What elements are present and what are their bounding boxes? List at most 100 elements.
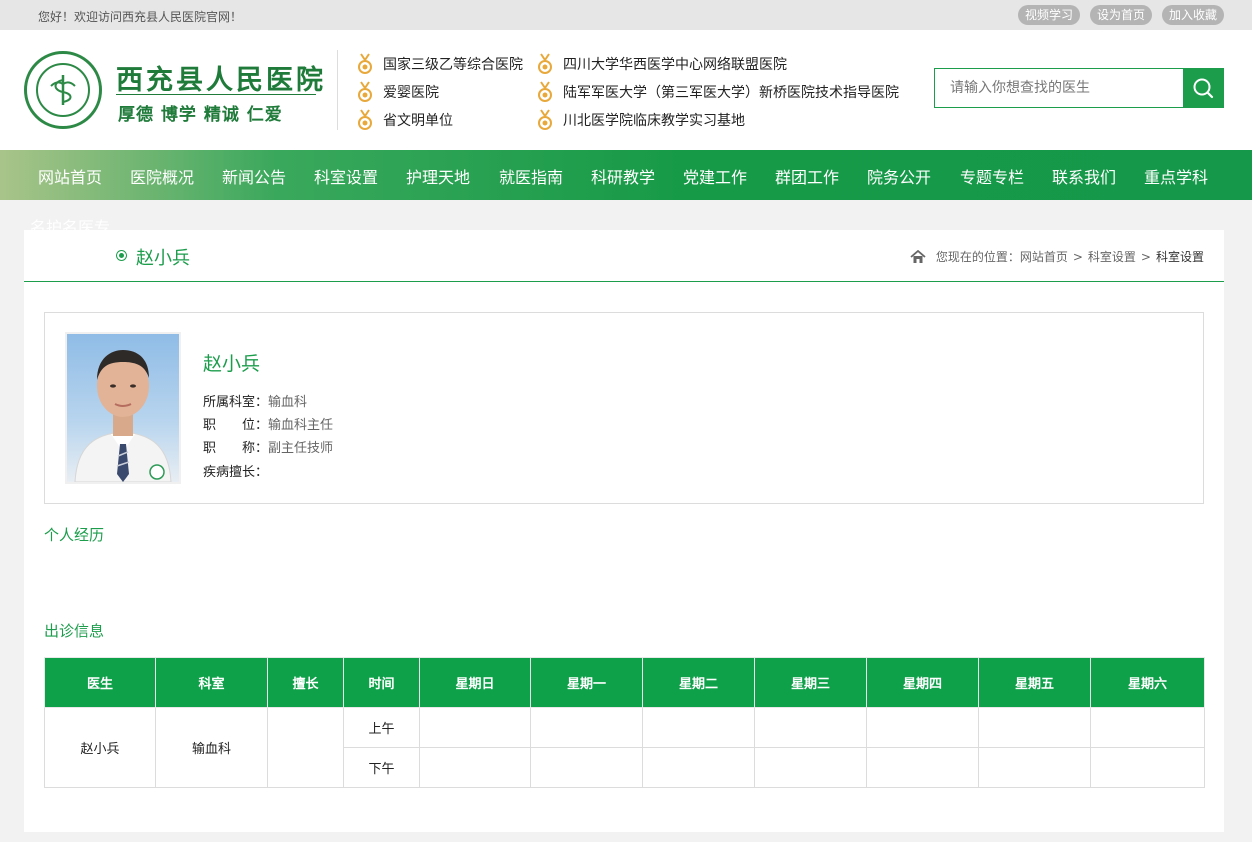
dept-value: 输血科 xyxy=(268,395,308,410)
cell-slot xyxy=(530,747,643,788)
col-header-mon: 星期一 xyxy=(530,657,643,708)
doctor-search xyxy=(934,68,1224,108)
medal-icon xyxy=(358,81,372,102)
honor-item: 川北医学院临床教学实习基地 xyxy=(537,109,745,131)
cell-doctor: 赵小兵 xyxy=(44,707,156,788)
cell-period-pm: 下午 xyxy=(343,747,420,788)
header-divider xyxy=(337,50,338,130)
col-header-time: 时间 xyxy=(343,657,420,708)
doctor-search-input[interactable] xyxy=(935,69,1183,107)
cell-slot xyxy=(754,747,867,788)
nav-item-topics[interactable]: 专题专栏 xyxy=(960,164,1024,188)
cell-slot xyxy=(419,707,531,748)
cell-slot xyxy=(419,747,531,788)
seal-inner-ring xyxy=(36,63,90,117)
breadcrumb-departments-link[interactable]: 科室设置 xyxy=(1088,248,1136,265)
cell-period-am: 上午 xyxy=(343,707,420,748)
nav-item-overview[interactable]: 医院概况 xyxy=(130,164,194,188)
doctor-portrait xyxy=(74,350,172,482)
medal-icon xyxy=(538,81,552,102)
specialty-label: 疾病擅长： xyxy=(203,465,269,480)
nav-item-key-disciplines[interactable]: 重点学科 xyxy=(1144,164,1208,188)
honor-label: 陆军军医大学（第三军医大学）新桥医院技术指导医院 xyxy=(563,85,899,101)
hospital-seal-logo[interactable] xyxy=(24,51,102,129)
honor-label: 爱婴医院 xyxy=(383,85,439,101)
doctor-name: 赵小兵 xyxy=(203,353,261,375)
cell-slot xyxy=(866,747,979,788)
col-header-specialty: 擅长 xyxy=(267,657,344,708)
nav-item-departments[interactable]: 科室设置 xyxy=(314,164,378,188)
search-icon xyxy=(1193,78,1214,99)
nav-item-guide[interactable]: 就医指南 xyxy=(499,164,563,188)
hospital-name-logo: 西充县人民医院 xyxy=(116,65,326,96)
doctor-card: 赵小兵 所属科室：输血科 职 位：输血科主任 职 称：副主任技师 疾病擅长： xyxy=(44,312,1204,504)
caduceus-icon xyxy=(50,75,76,105)
cell-slot xyxy=(642,747,755,788)
breadcrumb-separator: > xyxy=(1140,249,1151,264)
cell-slot xyxy=(978,707,1091,748)
cell-dept: 输血科 xyxy=(155,707,268,788)
nav-item-nursing[interactable]: 护理天地 xyxy=(406,164,470,188)
nav-item-groups[interactable]: 群团工作 xyxy=(775,164,839,188)
cell-slot xyxy=(530,707,643,748)
honor-item: 四川大学华西医学中心网络联盟医院 xyxy=(537,53,787,75)
dept-label: 所属科室： xyxy=(203,395,269,410)
col-header-dept: 科室 xyxy=(155,657,268,708)
cell-slot xyxy=(754,707,867,748)
hospital-motto: 厚德 博学 精诚 仁爱 xyxy=(118,105,283,125)
cell-slot xyxy=(1090,747,1205,788)
nav-item-news[interactable]: 新闻公告 xyxy=(222,164,286,188)
top-bar: 您好！欢迎访问西充县人民医院官网！ 视频学习 设为首页 加入收藏 xyxy=(0,0,1252,30)
honor-label: 四川大学华西医学中心网络联盟医院 xyxy=(563,57,787,73)
honor-item: 陆军军医大学（第三军医大学）新桥医院技术指导医院 xyxy=(537,81,899,103)
honor-label: 国家三级乙等综合医院 xyxy=(383,57,523,73)
nav-item-home[interactable]: 网站首页 xyxy=(38,164,102,188)
schedule-heading: 出诊信息 xyxy=(44,622,105,640)
top-links: 视频学习 设为首页 加入收藏 xyxy=(1017,5,1224,25)
home-icon xyxy=(910,249,926,263)
position-value: 输血科主任 xyxy=(268,418,334,433)
medal-icon xyxy=(538,53,552,74)
col-header-sun: 星期日 xyxy=(419,657,531,708)
page-title: 赵小兵 xyxy=(136,248,190,269)
nav-item-research[interactable]: 科研教学 xyxy=(591,164,655,188)
doctor-title-row: 职 称：副主任技师 xyxy=(203,437,333,456)
title-bar: 赵小兵 您现在的位置： 网站首页 > 科室设置 > 科室设置 xyxy=(24,230,1224,282)
col-header-tue: 星期二 xyxy=(642,657,755,708)
set-homepage-link[interactable]: 设为首页 xyxy=(1089,5,1152,25)
col-header-doctor: 医生 xyxy=(44,657,156,708)
title-value: 副主任技师 xyxy=(268,441,334,456)
breadcrumb-prefix: 您现在的位置： xyxy=(935,250,1020,264)
cell-slot xyxy=(642,707,755,748)
cell-specialty xyxy=(267,707,344,788)
medal-icon xyxy=(538,109,552,130)
honor-item: 省文明单位 xyxy=(357,109,453,131)
schedule-header-row: 医生 科室 擅长 时间 星期日 星期一 星期二 星期三 星期四 星期五 星期六 xyxy=(44,657,1205,708)
breadcrumb: 您现在的位置： 网站首页 > 科室设置 > 科室设置 xyxy=(910,248,1204,265)
nav-item-affairs[interactable]: 院务公开 xyxy=(867,164,931,188)
col-header-thu: 星期四 xyxy=(866,657,979,708)
video-learning-link[interactable]: 视频学习 xyxy=(1017,5,1080,25)
header: 西充县人民医院 厚德 博学 精诚 仁爱 国家三级乙等综合医院 爱婴医院 省文明单… xyxy=(0,30,1252,150)
breadcrumb-separator: > xyxy=(1072,249,1083,264)
medal-icon xyxy=(358,109,372,130)
doctor-dept-row: 所属科室：输血科 xyxy=(203,391,307,410)
table-row: 赵小兵 输血科 上午 xyxy=(44,707,1205,788)
cell-slot xyxy=(978,747,1091,788)
col-header-sat: 星期六 xyxy=(1090,657,1205,708)
nav-item-contact[interactable]: 联系我们 xyxy=(1052,164,1116,188)
add-favorite-link[interactable]: 加入收藏 xyxy=(1161,5,1224,25)
schedule-table: 医生 科室 擅长 时间 星期日 星期一 星期二 星期三 星期四 星期五 星期六 … xyxy=(44,657,1205,788)
doctor-detail-panel: 赵小兵 您现在的位置： 网站首页 > 科室设置 > 科室设置 赵小兵 所属科室：… xyxy=(24,230,1224,832)
breadcrumb-home-link[interactable]: 网站首页 xyxy=(1020,248,1068,265)
search-button[interactable] xyxy=(1183,69,1223,107)
position-label: 职 位： xyxy=(203,418,269,433)
title-label: 职 称： xyxy=(203,441,269,456)
honor-label: 省文明单位 xyxy=(383,113,453,129)
breadcrumb-current: 科室设置 xyxy=(1155,250,1204,264)
welcome-text: 您好！欢迎访问西充县人民医院官网！ xyxy=(38,10,243,24)
doctor-photo xyxy=(65,332,181,484)
honor-item: 爱婴医院 xyxy=(357,81,439,103)
nav-item-party[interactable]: 党建工作 xyxy=(683,164,747,188)
honor-item: 国家三级乙等综合医院 xyxy=(357,53,523,75)
